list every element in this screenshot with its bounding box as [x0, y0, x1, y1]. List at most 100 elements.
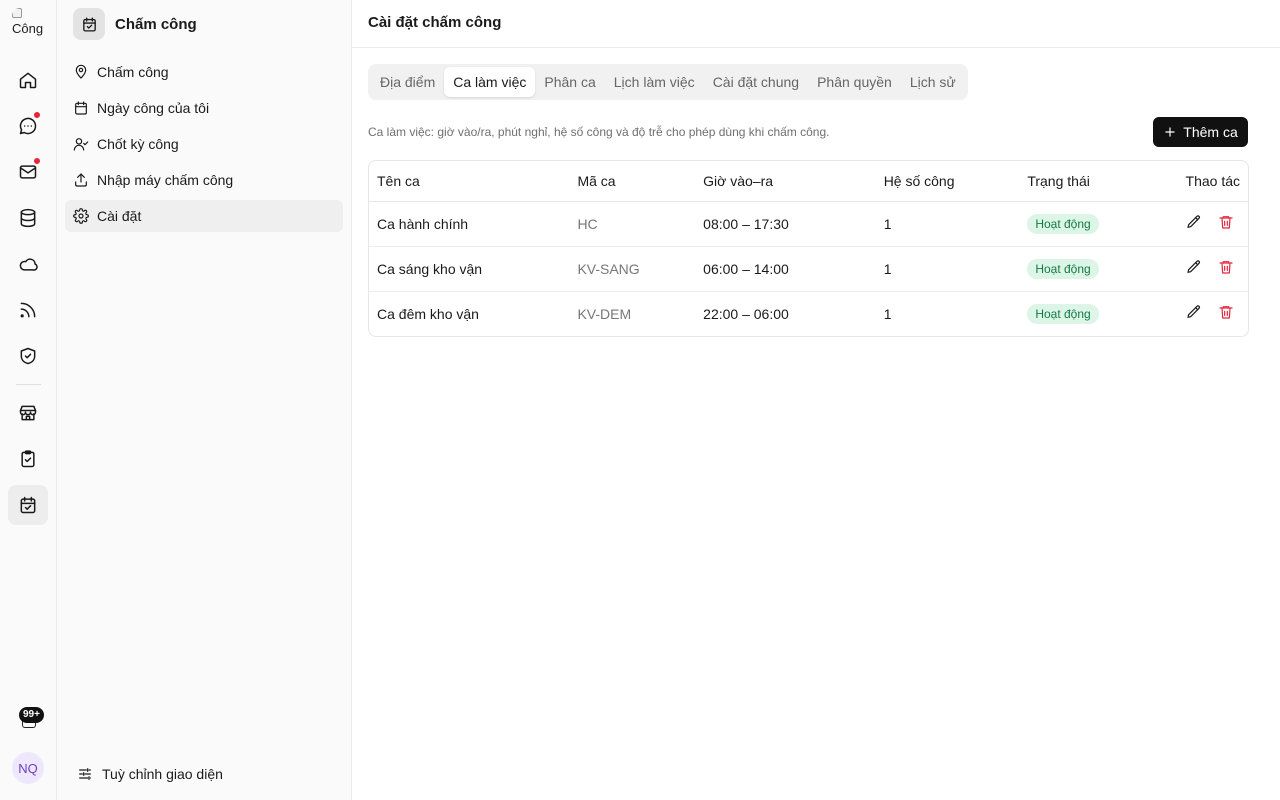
actions-cell	[1152, 246, 1248, 292]
clipboard-check-icon	[21, 450, 35, 468]
shift-name: Ca đêm kho vận	[377, 305, 479, 322]
table-row: Ca sáng kho vận KV-SANG 06:00 – 14:00 1 …	[369, 246, 1248, 292]
sidebar-item-my-workdays[interactable]: Ngày công của tôi	[65, 92, 343, 124]
rail-chat-button[interactable]	[8, 106, 48, 146]
top-bar: Cài đặt chấm công	[352, 0, 1280, 48]
rail-mail-button[interactable]	[8, 152, 48, 192]
status-cell: Hoạt động	[1019, 201, 1153, 247]
actions-cell	[1152, 291, 1248, 336]
tab-shift-assignment[interactable]: Phân ca	[535, 67, 604, 97]
actions-cell	[1152, 201, 1248, 247]
status-cell: Hoạt động	[1019, 291, 1152, 336]
sidebar-item-label: Chốt kỳ công	[97, 136, 179, 152]
icon-rail: Công 99+ NQ	[0, 0, 57, 800]
database-icon	[20, 208, 36, 228]
module-nav: Chấm công Ngày công của tôi Chốt kỳ công…	[65, 56, 343, 236]
column-header: Mã ca	[569, 161, 696, 202]
shift-factor: 1	[875, 246, 1020, 292]
column-header: Giờ vào–ra	[695, 161, 876, 202]
notification-count-badge: 99+	[19, 707, 44, 723]
shift-name: Ca hành chính	[369, 201, 570, 247]
trash-icon	[1219, 216, 1233, 229]
shield-check-icon	[20, 347, 36, 365]
chat-icon	[19, 117, 37, 135]
customize-ui-button[interactable]: Tuỳ chỉnh giao diện	[77, 766, 223, 782]
rss-icon	[20, 302, 36, 318]
rail-attendance-button[interactable]	[8, 485, 48, 525]
section-description: Ca làm việc: giờ vào/ra, phút nghỉ, hệ s…	[368, 125, 830, 139]
rail-divider	[16, 384, 41, 385]
sliders-icon	[79, 768, 91, 780]
sidebar-item-settings[interactable]: Cài đặt	[65, 200, 343, 232]
shift-hours: 08:00 – 17:30	[695, 201, 876, 247]
table-header-row: Tên ca Mã ca Giờ vào–ra Hệ số công Trạng…	[369, 161, 1248, 202]
pencil-icon	[1187, 305, 1200, 319]
rail-home-button[interactable]	[8, 60, 48, 100]
page-title: Cài đặt chấm công	[368, 14, 502, 31]
column-header: Tên ca	[369, 161, 570, 202]
settings-tabs: Địa điểm Ca làm việc Phân ca Lịch làm vi…	[368, 64, 968, 100]
add-shift-button[interactable]: Thêm ca	[1153, 117, 1248, 147]
logo-alt-text: Công	[12, 21, 44, 36]
module-icon	[73, 8, 105, 40]
mail-notification-dot	[33, 157, 41, 165]
shift-code: KV-SANG	[569, 246, 696, 292]
edit-button[interactable]	[1186, 214, 1202, 233]
user-avatar[interactable]: NQ	[12, 752, 44, 784]
tab-shifts[interactable]: Ca làm việc	[444, 67, 536, 97]
rail-cloud-button[interactable]	[8, 244, 48, 284]
sidebar-item-label: Ngày công của tôi	[97, 100, 210, 116]
shift-code: HC	[569, 201, 696, 247]
rail-store-button[interactable]	[8, 393, 48, 433]
map-pin-icon	[75, 64, 87, 79]
home-icon	[19, 72, 37, 89]
shifts-table: Tên ca Mã ca Giờ vào–ra Hệ số công Trạng…	[368, 160, 1249, 337]
sidebar-item-import-machine[interactable]: Nhập máy chấm công	[65, 164, 343, 196]
tab-locations[interactable]: Địa điểm	[371, 67, 444, 97]
pencil-icon	[1187, 215, 1200, 228]
edit-button[interactable]	[1186, 304, 1202, 323]
delete-button[interactable]	[1218, 214, 1234, 233]
sidebar-item-label: Chấm công	[97, 64, 169, 80]
status-badge: Hoạt động	[1027, 303, 1099, 324]
table-row: Ca đêm kho vận KV-DEM 22:00 – 06:00 1 Ho…	[369, 291, 1248, 336]
rail-shield-button[interactable]	[8, 336, 48, 376]
add-shift-label: Thêm ca	[1183, 124, 1238, 140]
sidebar-item-label: Cài đặt	[97, 208, 142, 224]
sidebar-item-close-period[interactable]: Chốt kỳ công	[65, 128, 343, 160]
mail-icon	[19, 165, 37, 179]
customize-ui-label: Tuỳ chỉnh giao diện	[102, 766, 223, 782]
table-row: Ca hành chính HC 08:00 – 17:30 1 Hoạt độ…	[369, 201, 1248, 247]
module-header: Chấm công	[73, 8, 197, 40]
rail-rss-button[interactable]	[8, 290, 48, 330]
sidebar-item-attendance[interactable]: Chấm công	[65, 56, 343, 88]
store-icon	[19, 405, 37, 421]
sidebar-item-label: Nhập máy chấm công	[97, 172, 234, 188]
cloud-icon	[19, 258, 38, 271]
status-badge: Hoạt động	[1027, 213, 1099, 234]
column-header: Hệ số công	[875, 161, 1020, 202]
tab-general-settings[interactable]: Cài đặt chung	[704, 67, 808, 97]
calendar-check-icon	[82, 16, 96, 32]
tab-work-schedule[interactable]: Lịch làm việc	[605, 67, 704, 97]
rail-clipboard-button[interactable]	[8, 439, 48, 479]
edit-button[interactable]	[1186, 259, 1202, 278]
shift-factor: 1	[883, 305, 892, 322]
rail-database-button[interactable]	[8, 198, 48, 238]
tab-history[interactable]: Lịch sử	[901, 67, 965, 97]
upload-icon	[75, 173, 87, 187]
delete-button[interactable]	[1218, 304, 1234, 323]
calendar-check-icon	[20, 496, 36, 514]
column-header: Thao tác	[1152, 161, 1248, 202]
module-title: Chấm công	[115, 15, 197, 33]
shift-hours: 06:00 – 14:00	[695, 246, 876, 292]
company-logo[interactable]: Công	[12, 8, 44, 40]
tab-permissions[interactable]: Phân quyền	[808, 67, 901, 97]
plus-icon	[1165, 127, 1175, 137]
module-sidebar: Chấm công Chấm công Ngày công của tôi Ch…	[57, 0, 352, 800]
shift-name: Ca sáng kho vận	[369, 246, 570, 292]
gear-icon	[73, 208, 89, 224]
delete-button[interactable]	[1218, 259, 1234, 278]
pencil-icon	[1187, 260, 1200, 273]
main-content: Cài đặt chấm công Địa điểm Ca làm việc P…	[352, 0, 1280, 800]
